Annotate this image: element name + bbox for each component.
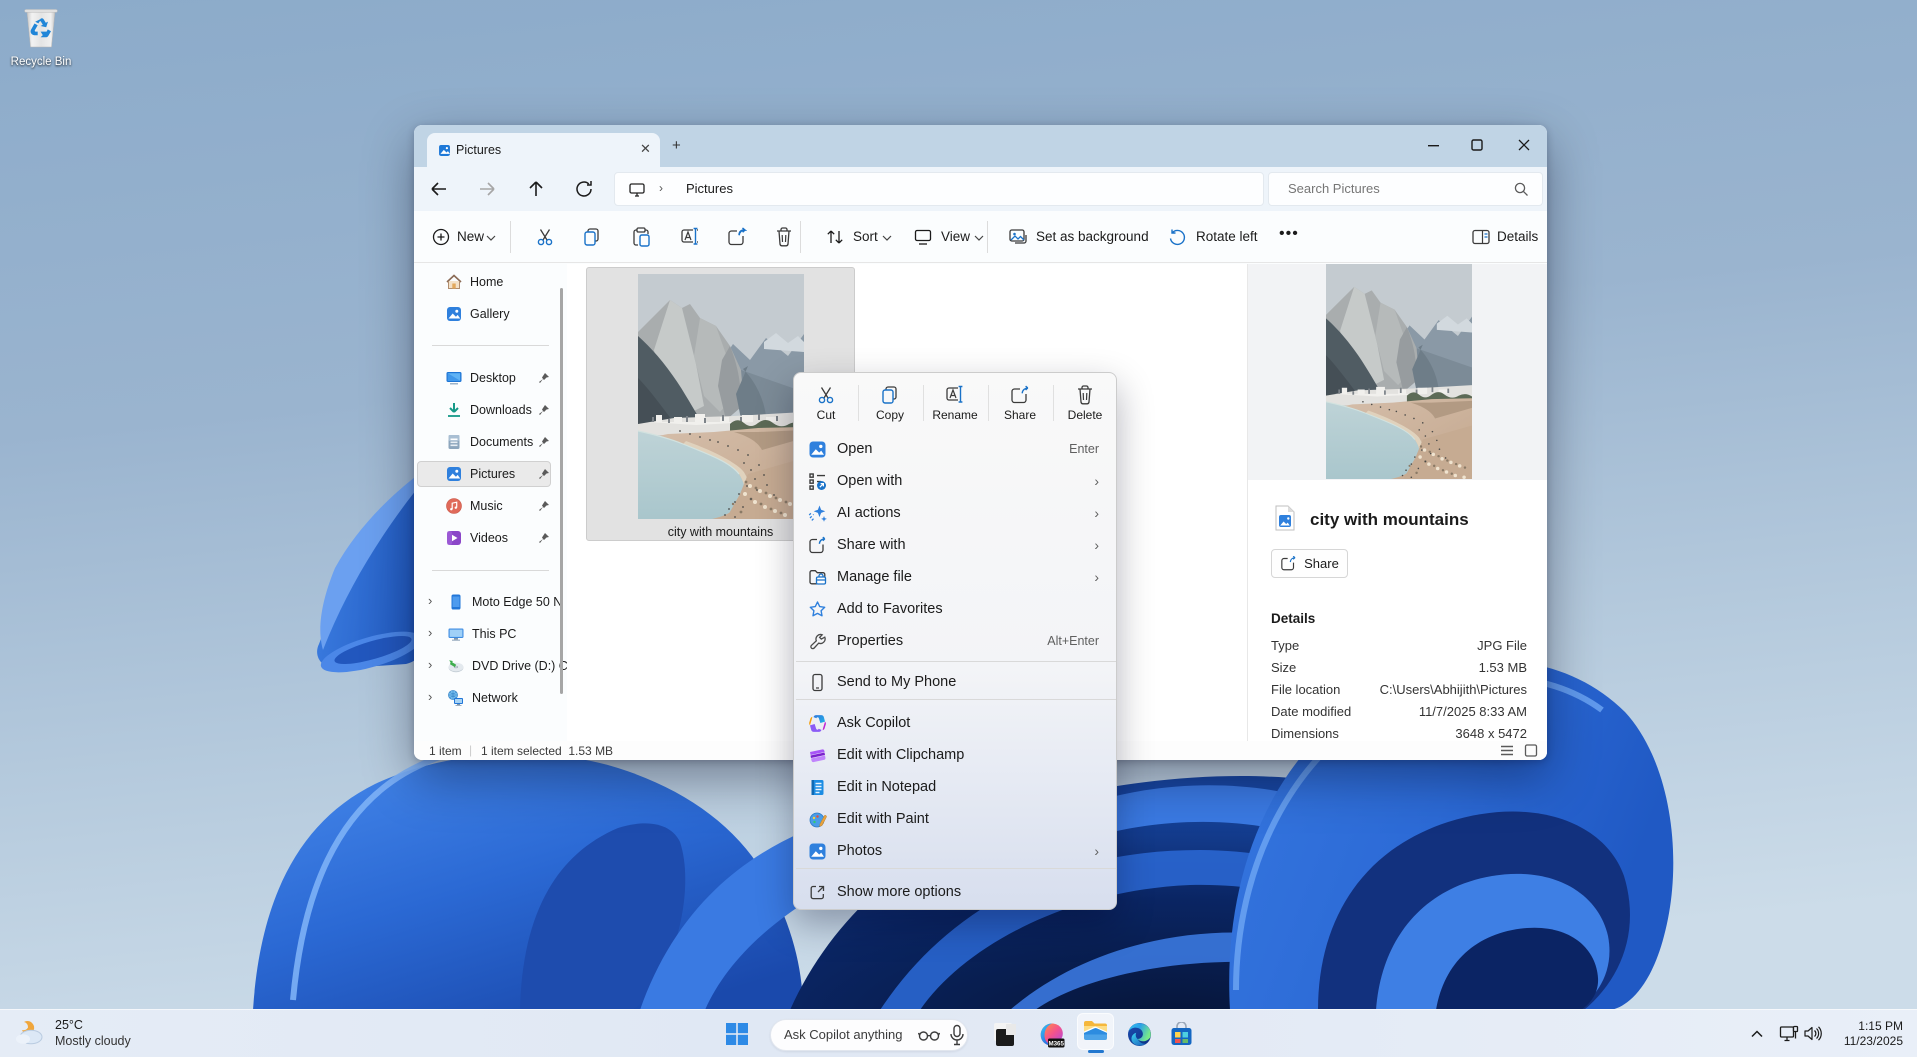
- svg-text:M365: M365: [1048, 1041, 1064, 1048]
